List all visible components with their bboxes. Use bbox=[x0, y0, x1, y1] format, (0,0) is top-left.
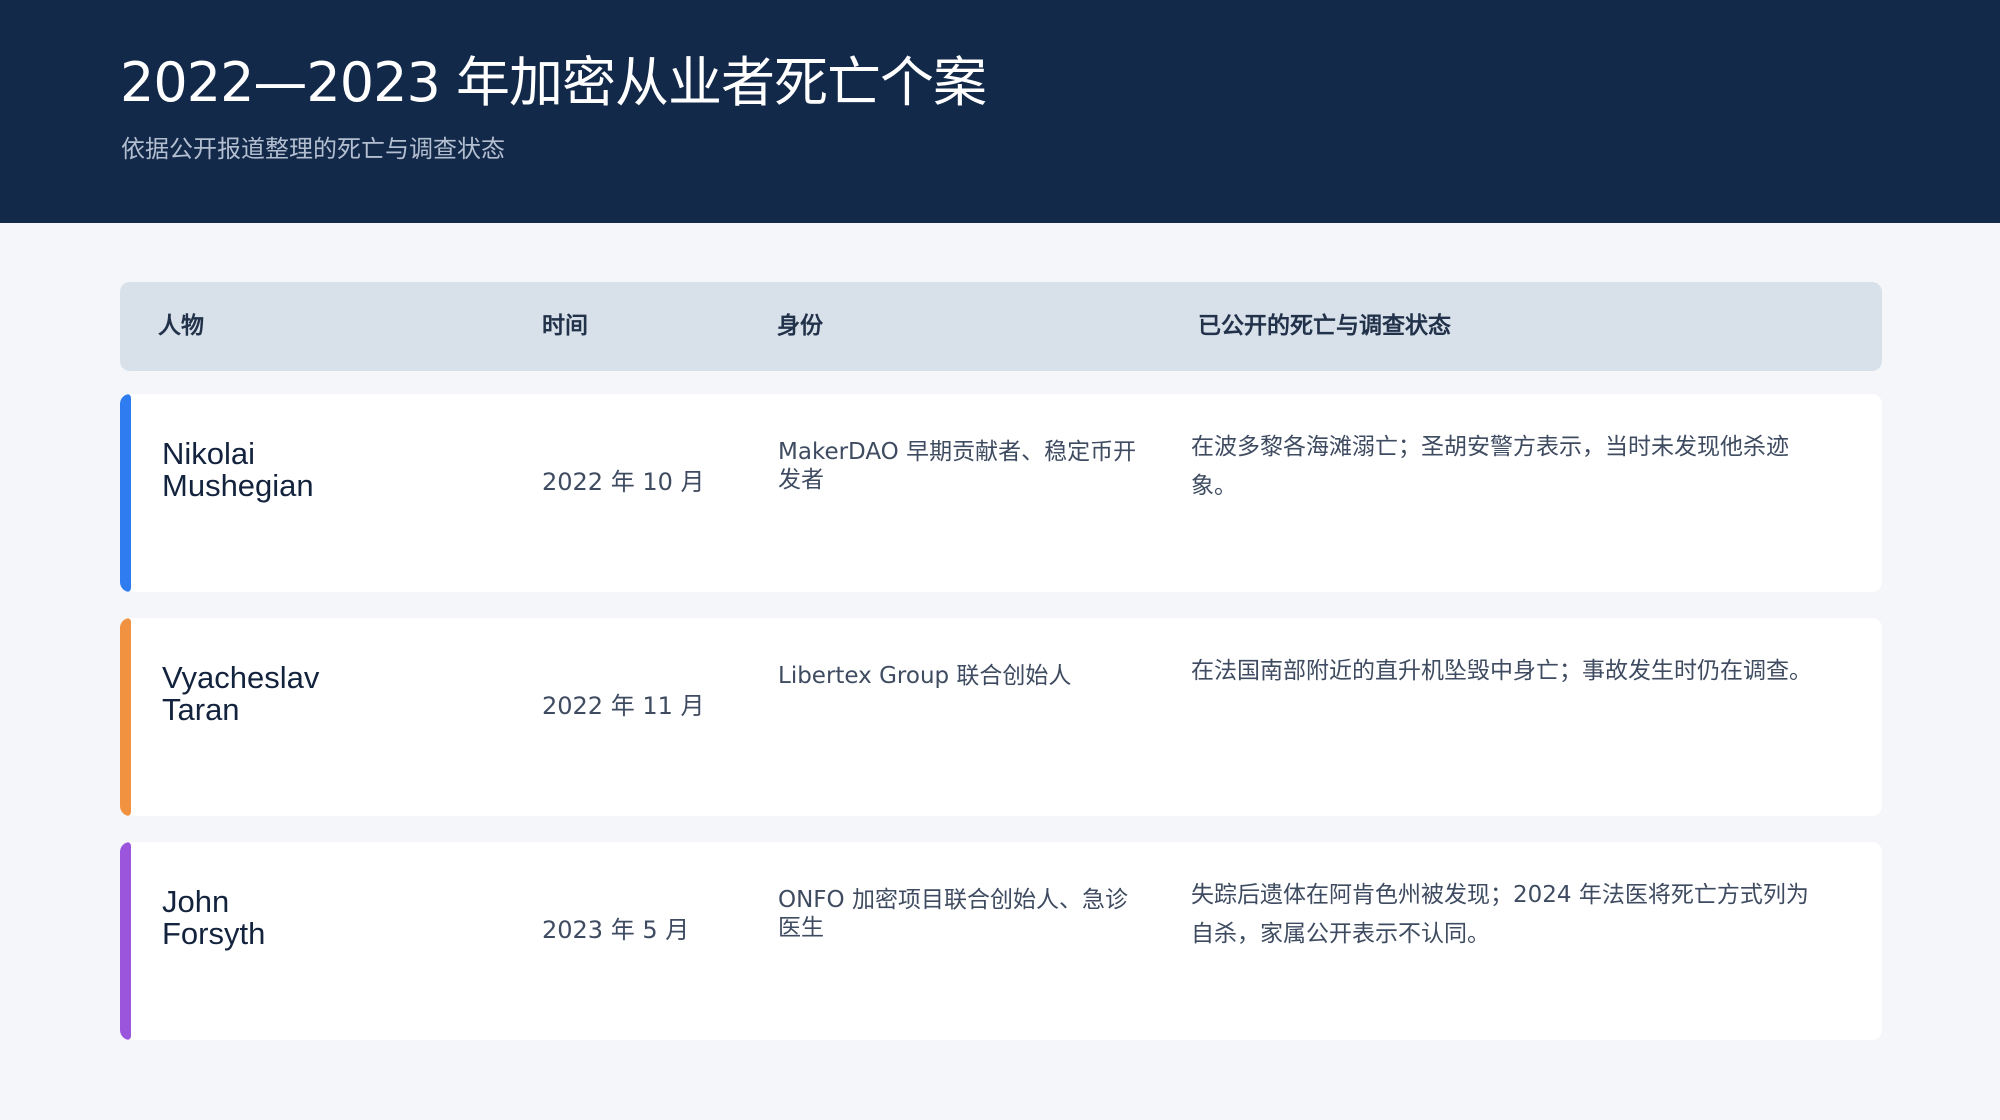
row-accent-bar bbox=[120, 842, 131, 1040]
death-status: 在法国南部附近的直升机坠毁中身亡；事故发生时仍在调查。 bbox=[1191, 658, 1812, 684]
death-status: 在波多黎各海滩溺亡；圣胡安警方表示，当时未发现他杀迹象。 bbox=[1191, 434, 1789, 499]
table-row: John Forsyth 2023 年 5 月 ONFO 加密项目联合创始人、急… bbox=[120, 842, 1882, 1040]
person-name-line: Vyacheslav bbox=[162, 660, 320, 695]
event-time: 2023 年 5 月 bbox=[542, 916, 690, 944]
table-row: Nikolai Mushegian 2022 年 10 月 MakerDAO 早… bbox=[120, 394, 1882, 592]
page-subtitle: 依据公开报道整理的死亡与调查状态 bbox=[121, 135, 505, 163]
event-time: 2022 年 11 月 bbox=[542, 692, 705, 720]
event-time: 2022 年 10 月 bbox=[542, 468, 705, 496]
table-header: 人物 时间 身份 已公开的死亡与调查状态 bbox=[120, 282, 1882, 371]
table-row: Vyacheslav Taran 2022 年 11 月 Libertex Gr… bbox=[120, 618, 1882, 816]
header-banner: 2022—2023 年加密从业者死亡个案 依据公开报道整理的死亡与调查状态 bbox=[0, 0, 2000, 223]
death-status: 失踪后遗体在阿肯色州被发现；2024 年法医将死亡方式列为自杀，家属公开表示不认… bbox=[1191, 882, 1809, 947]
row-accent-bar bbox=[120, 618, 131, 816]
person-name: Vyacheslav Taran bbox=[162, 662, 502, 726]
row-accent-bar bbox=[120, 394, 131, 592]
column-header-time: 时间 bbox=[542, 313, 588, 339]
column-header-role: 身份 bbox=[777, 313, 823, 339]
person-name-line: Taran bbox=[162, 692, 240, 727]
person-role: Libertex Group 联合创始人 bbox=[778, 663, 1072, 689]
column-header-status: 已公开的死亡与调查状态 bbox=[1198, 313, 1451, 339]
column-header-person: 人物 bbox=[158, 313, 204, 339]
person-name-line: Mushegian bbox=[162, 468, 314, 503]
person-name: John Forsyth bbox=[162, 886, 502, 950]
person-role: MakerDAO 早期贡献者、稳定币开发者 bbox=[778, 439, 1137, 493]
person-name-line: John bbox=[162, 884, 230, 919]
person-role: ONFO 加密项目联合创始人、急诊医生 bbox=[778, 887, 1128, 941]
person-name-line: Forsyth bbox=[162, 916, 266, 951]
person-name-line: Nikolai bbox=[162, 436, 256, 471]
page-title: 2022—2023 年加密从业者死亡个案 bbox=[120, 51, 987, 114]
person-name: Nikolai Mushegian bbox=[162, 438, 502, 502]
